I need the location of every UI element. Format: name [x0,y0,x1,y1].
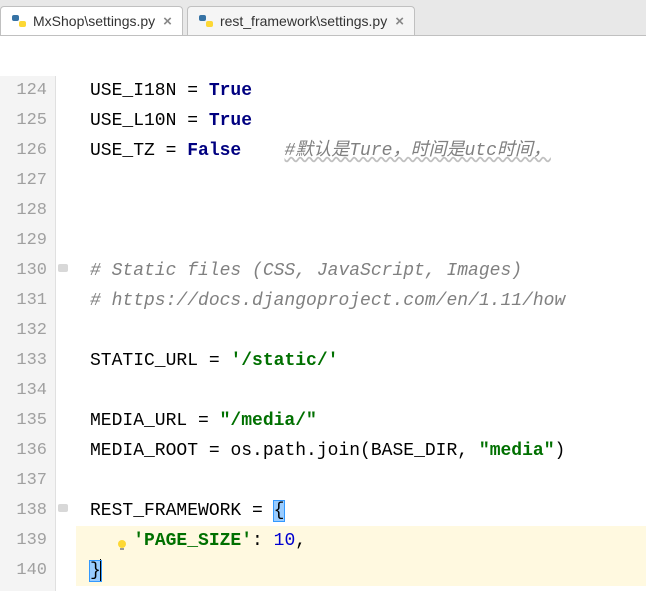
code-line[interactable]: # Static files (CSS, JavaScript, Images) [76,256,646,286]
python-file-icon [11,13,27,29]
code-area[interactable]: USE_I18N = True USE_L10N = True USE_TZ =… [76,76,646,591]
tab-label: rest_framework\settings.py [220,13,387,29]
close-tab-icon[interactable]: × [395,13,404,30]
line-number: 133 [0,346,47,376]
line-number: 139 [0,526,47,556]
line-number: 124 [0,76,47,106]
line-number: 135 [0,406,47,436]
python-file-icon [198,13,214,29]
line-number: 132 [0,316,47,346]
code-line[interactable]: REST_FRAMEWORK = { [76,496,646,526]
region-handle-icon[interactable] [58,264,68,272]
line-number: 129 [0,226,47,256]
code-line[interactable]: USE_I18N = True [76,76,646,106]
lightbulb-icon[interactable] [115,533,129,547]
close-tab-icon[interactable]: × [163,13,172,30]
code-line[interactable]: USE_TZ = False #默认是Ture，时间是utc时间， [76,136,646,166]
code-line[interactable] [76,226,646,256]
line-number: 127 [0,166,47,196]
line-number: 130 [0,256,47,286]
line-number-gutter: 124 125 126 127 128 129 130 131 132 133 … [0,76,56,591]
line-number: 136 [0,436,47,466]
line-number: 131 [0,286,47,316]
code-line[interactable]: USE_L10N = True [76,106,646,136]
tab-bar: MxShop\settings.py × rest_framework\sett… [0,0,646,36]
tab-label: MxShop\settings.py [33,13,155,29]
line-number: 128 [0,196,47,226]
line-number: 125 [0,106,47,136]
code-line[interactable] [76,466,646,496]
code-line[interactable]: STATIC_URL = '/static/' [76,346,646,376]
code-line[interactable] [76,166,646,196]
line-number: 134 [0,376,47,406]
code-line[interactable]: # https://docs.djangoproject.com/en/1.11… [76,286,646,316]
code-line[interactable]: MEDIA_URL = "/media/" [76,406,646,436]
text-cursor [100,559,101,581]
line-number: 137 [0,466,47,496]
tab-mxshop-settings[interactable]: MxShop\settings.py × [0,6,183,35]
code-line[interactable] [76,376,646,406]
code-line[interactable] [76,196,646,226]
code-line[interactable]: I [76,586,646,591]
code-line[interactable]: 'PAGE_SIZE': 10, [76,526,646,556]
line-number: 126 [0,136,47,166]
code-line[interactable] [76,316,646,346]
line-number: 138 [0,496,47,526]
fold-region-gutter [56,76,76,591]
code-line-current[interactable]: } [76,556,646,586]
code-line[interactable]: MEDIA_ROOT = os.path.join(BASE_DIR, "med… [76,436,646,466]
line-number: 140 [0,556,47,586]
editor: 124 125 126 127 128 129 130 131 132 133 … [0,36,646,591]
region-handle-icon[interactable] [58,504,68,512]
tab-restframework-settings[interactable]: rest_framework\settings.py × [187,6,415,35]
